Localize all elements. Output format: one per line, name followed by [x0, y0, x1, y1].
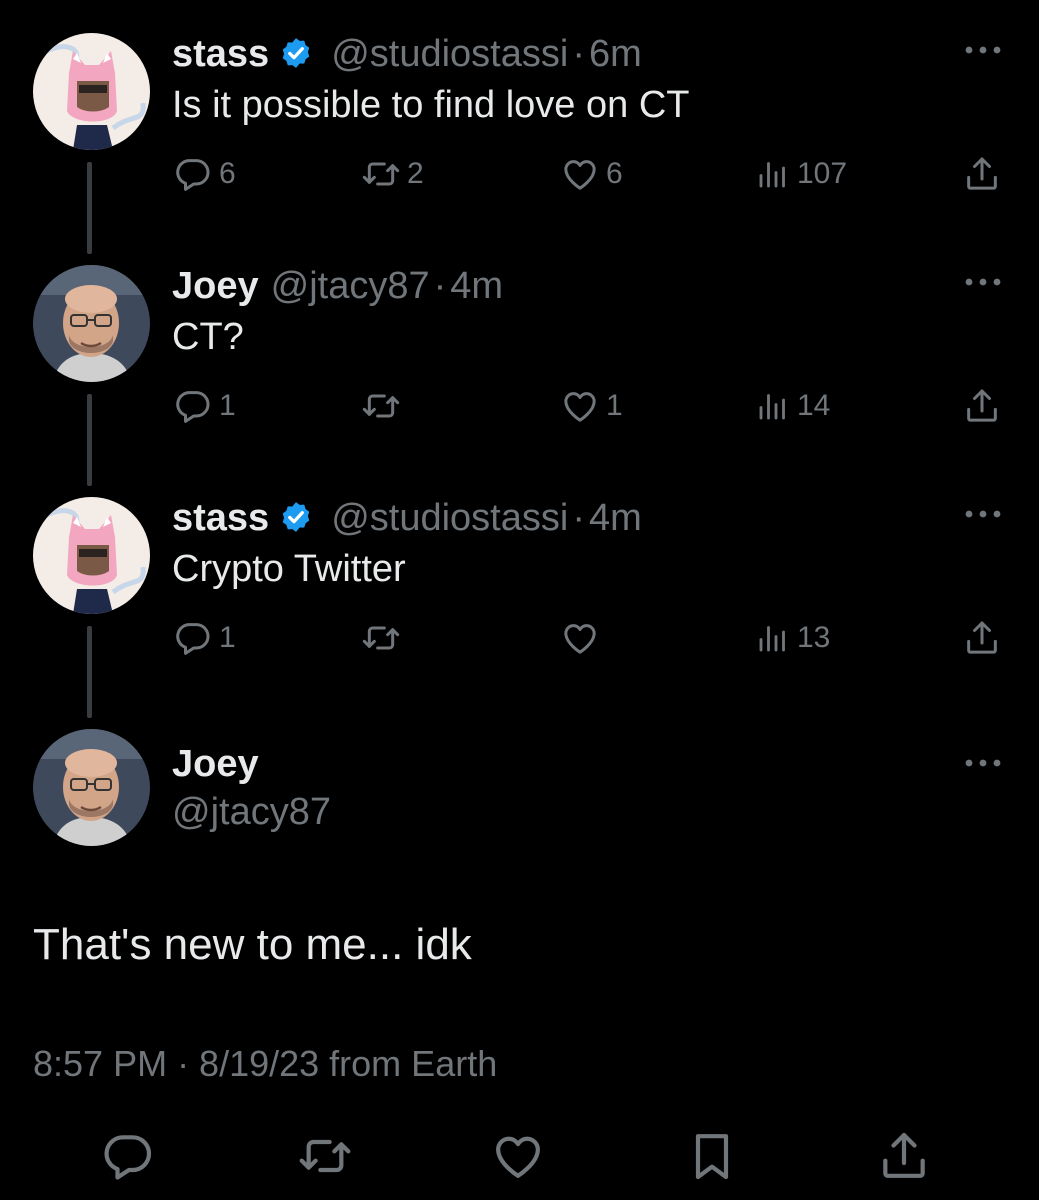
verified-badge-icon: [279, 500, 313, 534]
reply-button[interactable]: 1: [173, 615, 236, 661]
share-icon: [962, 386, 1002, 426]
separator-dot: ·: [433, 265, 447, 307]
focused-tweet-text: That's new to me... idk: [33, 920, 472, 969]
like-icon: [490, 1128, 546, 1184]
share-button[interactable]: [876, 1128, 932, 1184]
tweet-timestamp[interactable]: 8:57 PM · 8/19/23 from Earth: [33, 1042, 497, 1086]
bookmark-icon: [684, 1128, 740, 1184]
focused-tweet-actions: [0, 1128, 1039, 1184]
cat-helmet-avatar-icon: [33, 497, 150, 614]
like-count: 1: [606, 389, 623, 422]
user-handle[interactable]: @jtacy87: [172, 789, 331, 835]
share-button[interactable]: [962, 383, 1002, 429]
reply-button[interactable]: 6: [173, 151, 236, 197]
reply-icon: [173, 154, 213, 194]
tweet-actions: 6 2 6 107: [0, 151, 1039, 197]
reply-count: 1: [219, 389, 236, 422]
share-button[interactable]: [962, 151, 1002, 197]
like-button[interactable]: [490, 1128, 546, 1184]
tweet-header: stass @studiostassi · 4m: [172, 495, 642, 541]
tweet-actions: 1 13: [0, 615, 1039, 661]
more-options-icon[interactable]: [961, 274, 1005, 290]
retweet-button[interactable]: 2: [361, 151, 424, 197]
tweet-text: CT?: [172, 316, 244, 358]
views-icon: [755, 388, 791, 424]
view-count: 13: [797, 621, 831, 654]
more-options-icon[interactable]: [961, 506, 1005, 522]
share-button[interactable]: [962, 615, 1002, 661]
separator-dot: ·: [572, 497, 585, 539]
like-icon: [560, 618, 600, 658]
tweet-time[interactable]: 4m: [450, 265, 503, 307]
retweet-button[interactable]: [361, 615, 407, 661]
retweet-icon: [297, 1128, 353, 1184]
views-icon: [755, 620, 791, 656]
display-name[interactable]: stass: [172, 497, 269, 539]
like-count: 6: [606, 157, 623, 190]
tweet-header: stass @studiostassi · 6m: [172, 31, 642, 77]
display-name[interactable]: Joey: [172, 741, 259, 787]
retweet-icon: [361, 386, 401, 426]
reply-icon: [173, 618, 213, 658]
user-handle[interactable]: @studiostassi: [331, 497, 568, 539]
view-count: 14: [797, 389, 831, 422]
retweet-icon: [361, 618, 401, 658]
verified-badge-icon: [279, 36, 313, 70]
avatar[interactable]: [33, 729, 150, 846]
more-options-icon[interactable]: [961, 42, 1005, 58]
tweet-time[interactable]: 4m: [589, 497, 642, 539]
like-button[interactable]: [560, 615, 606, 661]
tweet-header: Joey @jtacy87 · 4m: [172, 263, 503, 309]
retweet-count: 2: [407, 157, 424, 190]
reply-icon: [173, 386, 213, 426]
reply-count: 6: [219, 157, 236, 190]
avatar[interactable]: [33, 33, 150, 150]
tweet-text: Is it possible to find love on CT: [172, 84, 690, 126]
man-with-glasses-avatar-icon: [33, 265, 150, 382]
bookmark-button[interactable]: [684, 1128, 740, 1184]
user-handle[interactable]: @jtacy87: [271, 265, 430, 307]
reply-button[interactable]: [100, 1128, 156, 1184]
retweet-button[interactable]: [361, 383, 407, 429]
display-name-text: Joey: [172, 743, 259, 785]
retweet-icon: [361, 154, 401, 194]
avatar[interactable]: [33, 265, 150, 382]
man-with-glasses-avatar-icon: [33, 729, 150, 846]
views-icon: [755, 156, 791, 192]
tweet-text: Crypto Twitter: [172, 548, 406, 590]
thread-tweet[interactable]: stass @studiostassi · 6m Is it possible to …: [0, 30, 1039, 260]
views-button[interactable]: 14: [755, 383, 830, 429]
reply-button[interactable]: 1: [173, 383, 236, 429]
user-handle[interactable]: @studiostassi: [331, 33, 568, 75]
tweet-thread-page: stass @studiostassi · 6m Is it possible to …: [0, 0, 1039, 1200]
like-button[interactable]: 6: [560, 151, 623, 197]
reply-count: 1: [219, 621, 236, 654]
display-name[interactable]: stass: [172, 33, 269, 75]
like-button[interactable]: 1: [560, 383, 623, 429]
tweet-actions: 1 1 14: [0, 383, 1039, 429]
share-icon: [962, 618, 1002, 658]
like-icon: [560, 386, 600, 426]
cat-helmet-avatar-icon: [33, 33, 150, 150]
view-count: 107: [797, 157, 848, 190]
like-icon: [560, 154, 600, 194]
retweet-button[interactable]: [297, 1128, 353, 1184]
thread-tweet[interactable]: Joey @jtacy87 · 4m CT? 1 1 14: [0, 262, 1039, 492]
share-icon: [962, 154, 1002, 194]
display-name[interactable]: Joey: [172, 265, 259, 307]
user-handle-text: @jtacy87: [172, 791, 331, 833]
thread-tweet[interactable]: stass @studiostassi · 4m Crypto Twitter 1 1…: [0, 494, 1039, 724]
views-button[interactable]: 107: [755, 151, 847, 197]
reply-icon: [100, 1128, 156, 1184]
share-icon: [876, 1128, 932, 1184]
separator-dot: ·: [572, 33, 585, 75]
tweet-time[interactable]: 6m: [589, 33, 642, 75]
avatar[interactable]: [33, 497, 150, 614]
views-button[interactable]: 13: [755, 615, 830, 661]
more-options-icon[interactable]: [961, 755, 1005, 771]
